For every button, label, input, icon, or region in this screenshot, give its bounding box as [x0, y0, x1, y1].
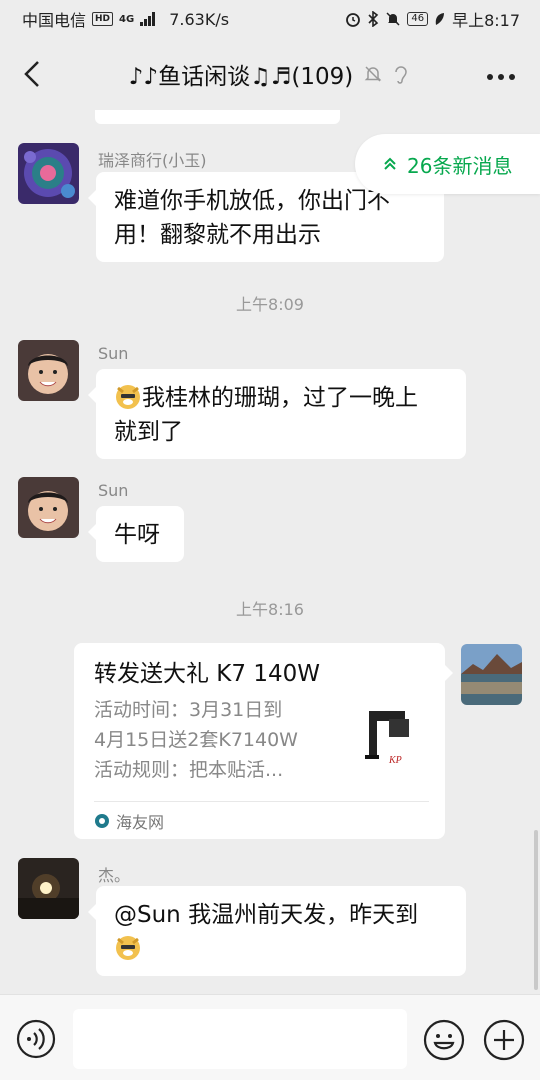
alarm-icon — [346, 13, 361, 27]
message-bubble[interactable]: 牛呀 — [88, 506, 184, 562]
avatar[interactable] — [18, 858, 79, 919]
hd-badge: HD — [92, 12, 114, 26]
more-functions-button[interactable] — [483, 1019, 525, 1061]
input-bar — [0, 994, 540, 1080]
back-arrow-icon — [24, 61, 39, 87]
signal-icon — [140, 12, 156, 26]
sender-name: 瑞泽商行(小玉) — [98, 151, 207, 170]
card-divider — [94, 801, 429, 802]
back-button[interactable] — [14, 56, 50, 92]
message-text: @Sun 我温州前天发，昨天到 — [114, 902, 419, 928]
sender-name: Sun — [98, 481, 129, 500]
message-input[interactable] — [73, 1009, 407, 1069]
sender-name: Sun — [98, 344, 129, 363]
double-chevron-up-icon — [384, 157, 396, 170]
card-desc-line: 活动时间：3月31日到 — [94, 699, 283, 721]
doge-emoji-icon — [116, 385, 140, 409]
message-text: 牛呀 — [114, 522, 160, 548]
new-messages-button[interactable]: 26条新消息 — [355, 134, 540, 194]
emoji-button[interactable] — [423, 1019, 465, 1061]
card-title: 转发送大礼 K7 140W — [94, 661, 320, 687]
more-dots-icon — [487, 74, 515, 80]
message-bubble[interactable]: 我桂林的珊瑚，过了一晚上 就到了 — [88, 369, 466, 459]
message-text: 就到了 — [114, 419, 183, 445]
link-card[interactable]: 转发送大礼 K7 140W 活动时间：3月31日到 4月15日送2套K7140W… — [74, 643, 453, 839]
ear-icon — [395, 66, 407, 84]
card-desc-line: 活动规则：把本贴活... — [94, 759, 284, 781]
avatar[interactable] — [18, 477, 79, 538]
sender-name: 杰。 — [98, 866, 131, 885]
message-text: 用！翻黎就不用出示 — [114, 222, 321, 248]
plus-icon — [483, 1019, 525, 1061]
previous-message-bubble — [95, 110, 340, 124]
card-description: 活动时间：3月31日到 4月15日送2套K7140W 活动规则：把本贴活... — [94, 695, 334, 785]
timestamp: 上午8:09 — [236, 295, 304, 314]
more-button[interactable] — [486, 62, 516, 82]
status-bar: 中国电信 HD 4G 7.63K/s 46 早上8:17 — [0, 0, 540, 38]
message-list[interactable]: 瑞泽商行(小玉) 难道你手机放低，你出门不 用！翻黎就不用出示 26条新消息 上… — [0, 110, 540, 994]
new-messages-label: 26条新消息 — [407, 153, 513, 178]
emoji-icon — [423, 1019, 465, 1061]
network-speed: 7.63K/s — [169, 9, 230, 29]
message-text: 我桂林的珊瑚，过了一晚上 — [142, 385, 418, 411]
avatar[interactable] — [18, 143, 79, 204]
leaf-icon — [435, 13, 445, 25]
scrollbar[interactable] — [534, 830, 538, 990]
doge-emoji-icon — [116, 936, 140, 960]
source-logo-icon — [95, 814, 109, 828]
bluetooth-icon — [368, 11, 379, 27]
chat-title[interactable]: ♪♪鱼话闲谈♫♬(109) — [129, 57, 353, 91]
voice-button[interactable] — [16, 1019, 56, 1059]
carrier-label: 中国电信 — [22, 11, 87, 30]
card-desc-line: 4月15日送2套K7140W — [94, 729, 298, 751]
svg-text:KP: KP — [388, 755, 402, 766]
avatar[interactable] — [18, 340, 79, 401]
chat-header: ♪♪鱼话闲谈♫♬(109) — [0, 38, 540, 110]
muted-bell-icon — [364, 66, 382, 82]
battery-indicator: 46 — [407, 12, 429, 26]
clock: 早上8:17 — [452, 11, 520, 30]
card-source: 海友网 — [94, 809, 164, 833]
card-source-name: 海友网 — [116, 813, 165, 832]
voice-icon — [16, 1019, 56, 1059]
card-thumbnail: KP — [351, 703, 421, 773]
message-bubble[interactable]: @Sun 我温州前天发，昨天到 — [88, 886, 466, 976]
my-avatar[interactable] — [461, 644, 522, 705]
silent-icon — [386, 12, 400, 26]
timestamp: 上午8:16 — [236, 600, 304, 619]
network-label: 4G — [119, 13, 135, 25]
